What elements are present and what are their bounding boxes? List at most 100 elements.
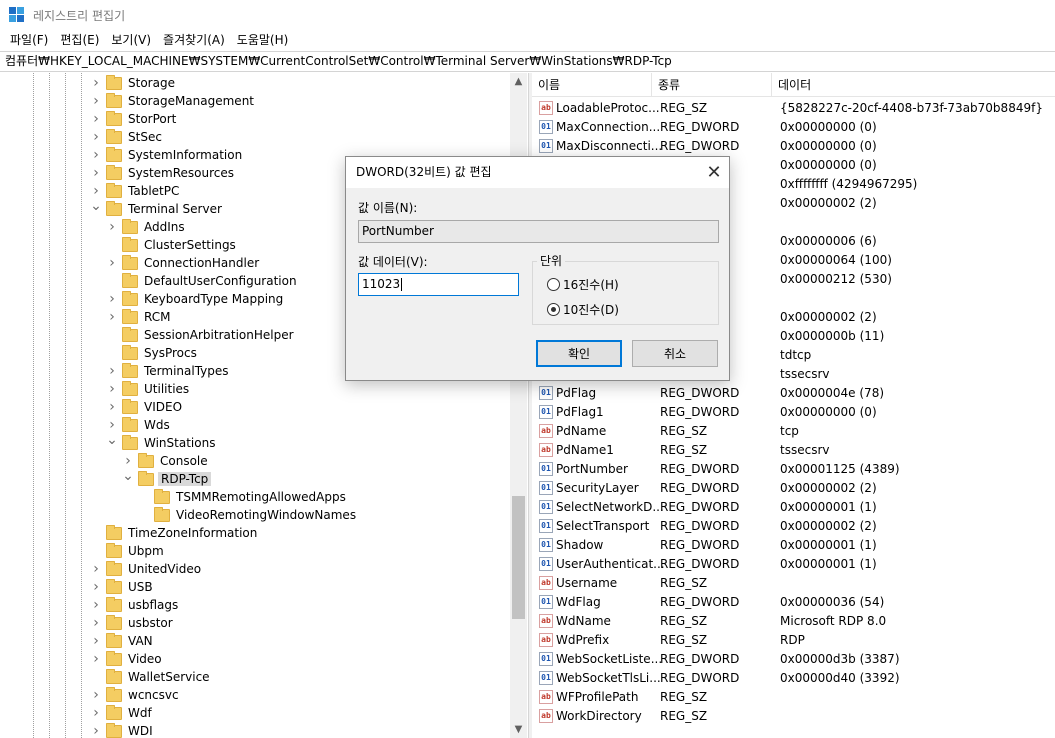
chevron-down-icon[interactable]: ⌄ (122, 467, 134, 485)
value-row[interactable]: ab WdPrefix REG_SZ RDP (532, 630, 1055, 649)
tree-item[interactable]: › StSec (90, 128, 164, 146)
chevron-right-icon[interactable]: › (90, 614, 102, 632)
chevron-right-icon[interactable]: › (106, 380, 118, 398)
tree-item[interactable]: › ConnectionHandler (106, 254, 261, 272)
scroll-thumb[interactable] (512, 496, 525, 619)
value-row[interactable]: 01 MaxConnection... REG_DWORD 0x00000000 (0… (532, 117, 1055, 136)
tree-item[interactable]: › Wdf (90, 704, 154, 722)
tree-item[interactable]: › WDI (90, 722, 155, 738)
value-row[interactable]: 01 WdFlag REG_DWORD 0x00000036 (54) (532, 592, 1055, 611)
chevron-right-icon[interactable]: › (90, 704, 102, 722)
tree-item[interactable]: › Storage (90, 74, 177, 92)
chevron-right-icon[interactable]: › (90, 722, 102, 738)
close-icon[interactable]: ✕ (699, 157, 729, 188)
tree-item[interactable]: ⌄ Terminal Server (90, 197, 224, 218)
menu-view[interactable]: 보기(V) (105, 30, 157, 51)
tree-item[interactable]: › TabletPC (90, 182, 181, 200)
value-row[interactable]: 01 PdFlag REG_DWORD 0x0000004e (78) (532, 383, 1055, 402)
tree-item[interactable]: › SystemResources (90, 164, 236, 182)
value-row[interactable]: ab PdName REG_SZ tcp (532, 421, 1055, 440)
chevron-right-icon[interactable]: › (90, 74, 102, 92)
tree-item[interactable]: › usbflags (90, 596, 180, 614)
value-row[interactable]: 01 WebSocketTlsLi... REG_DWORD 0x00000d40 (… (532, 668, 1055, 687)
tree-item[interactable]: › VIDEO (106, 398, 184, 416)
radio-hex-icon[interactable] (547, 278, 560, 291)
column-header-name[interactable]: 이름 (532, 73, 652, 97)
chevron-right-icon[interactable]: › (90, 650, 102, 668)
value-row[interactable]: 01 Shadow REG_DWORD 0x00000001 (1) (532, 535, 1055, 554)
tree-item[interactable]: TSMMRemotingAllowedApps (138, 488, 348, 506)
value-row[interactable]: ab WFProfilePath REG_SZ (532, 687, 1055, 706)
chevron-right-icon[interactable]: › (90, 632, 102, 650)
value-row[interactable]: 01 PortNumber REG_DWORD 0x00001125 (4389) (532, 459, 1055, 478)
value-row[interactable]: 01 WebSocketListe... REG_DWORD 0x00000d3b (… (532, 649, 1055, 668)
chevron-right-icon[interactable]: › (90, 686, 102, 704)
cancel-button[interactable]: 취소 (632, 340, 718, 367)
chevron-right-icon[interactable]: › (90, 596, 102, 614)
tree-item[interactable]: VideoRemotingWindowNames (138, 506, 358, 524)
tree-item[interactable]: ClusterSettings (106, 236, 238, 254)
chevron-right-icon[interactable]: › (90, 560, 102, 578)
tree-item[interactable]: › StorageManagement (90, 92, 256, 110)
tree-item[interactable]: › Video (90, 650, 164, 668)
address-bar[interactable]: 컴퓨터₩HKEY_LOCAL_MACHINE₩SYSTEM₩CurrentCon… (0, 51, 1055, 72)
tree-item[interactable]: › StorPort (90, 110, 178, 128)
value-row[interactable]: 01 SecurityLayer REG_DWORD 0x00000002 (2) (532, 478, 1055, 497)
chevron-down-icon[interactable]: ⌄ (106, 431, 118, 449)
tree-item[interactable]: TimeZoneInformation (90, 524, 259, 542)
tree-item[interactable]: DefaultUserConfiguration (106, 272, 299, 290)
tree-item[interactable]: › usbstor (90, 614, 175, 632)
value-row[interactable]: 01 SelectTransport REG_DWORD 0x00000002 (2) (532, 516, 1055, 535)
chevron-right-icon[interactable]: › (106, 308, 118, 326)
menu-help[interactable]: 도움말(H) (231, 30, 295, 51)
value-row[interactable]: 01 UserAuthenticat... REG_DWORD 0x00000001 … (532, 554, 1055, 573)
tree-item[interactable]: › AddIns (106, 218, 187, 236)
scroll-down-icon[interactable]: ▼ (510, 721, 527, 738)
menu-edit[interactable]: 편집(E) (54, 30, 105, 51)
tree-item[interactable]: ⌄ RDP-Tcp (122, 467, 212, 488)
chevron-right-icon[interactable]: › (90, 92, 102, 110)
chevron-right-icon[interactable]: › (106, 290, 118, 308)
value-row[interactable]: ab WorkDirectory REG_SZ (532, 706, 1055, 725)
value-data-input[interactable]: 11023 (358, 273, 519, 296)
tree-item[interactable]: › wcncsvc (90, 686, 181, 704)
chevron-right-icon[interactable]: › (106, 362, 118, 380)
tree-item[interactable]: › USB (90, 578, 155, 596)
value-row[interactable]: ab PdName1 REG_SZ tssecsrv (532, 440, 1055, 459)
chevron-right-icon[interactable]: › (90, 164, 102, 182)
chevron-right-icon[interactable]: › (90, 146, 102, 164)
tree-item[interactable]: › Utilities (106, 380, 191, 398)
chevron-right-icon[interactable]: › (90, 110, 102, 128)
chevron-right-icon[interactable]: › (90, 578, 102, 596)
value-row[interactable]: ab WdName REG_SZ Microsoft RDP 8.0 (532, 611, 1055, 630)
chevron-right-icon[interactable]: › (106, 398, 118, 416)
value-row[interactable]: ab Username REG_SZ (532, 573, 1055, 592)
tree-item[interactable]: WalletService (90, 668, 212, 686)
column-header-type[interactable]: 종류 (652, 73, 772, 97)
tree-item[interactable]: › KeyboardType Mapping (106, 290, 285, 308)
chevron-down-icon[interactable]: ⌄ (90, 197, 102, 215)
value-row[interactable]: 01 SelectNetworkD... REG_DWORD 0x00000001 (… (532, 497, 1055, 516)
radio-hex[interactable]: 16진수(H) (547, 276, 619, 293)
radio-decimal-icon[interactable] (547, 303, 560, 316)
column-header-data[interactable]: 데이터 (772, 73, 1055, 97)
tree-item[interactable]: › VAN (90, 632, 155, 650)
radio-decimal[interactable]: 10진수(D) (547, 301, 619, 318)
value-row[interactable]: 01 PdFlag1 REG_DWORD 0x00000000 (0) (532, 402, 1055, 421)
chevron-right-icon[interactable]: › (106, 254, 118, 272)
menu-favorites[interactable]: 즐겨찾기(A) (157, 30, 231, 51)
value-row[interactable]: ab LoadableProtoc... REG_SZ {5828227c-20cf-… (532, 98, 1055, 117)
tree-item[interactable]: › RCM (106, 308, 172, 326)
tree-item[interactable]: Ubpm (90, 542, 166, 560)
scroll-up-icon[interactable]: ▲ (510, 73, 527, 90)
tree-item[interactable]: › TerminalTypes (106, 362, 231, 380)
tree-item[interactable]: › SystemInformation (90, 146, 244, 164)
menu-file[interactable]: 파일(F) (4, 30, 54, 51)
tree-item[interactable]: SessionArbitrationHelper (106, 326, 296, 344)
chevron-right-icon[interactable]: › (90, 128, 102, 146)
tree-item[interactable]: SysProcs (106, 344, 199, 362)
tree-item[interactable]: › Console (122, 452, 210, 470)
value-row[interactable]: 01 MaxDisconnecti... REG_DWORD 0x00000000 (… (532, 136, 1055, 155)
chevron-right-icon[interactable]: › (106, 218, 118, 236)
tree-item[interactable]: › UnitedVideo (90, 560, 203, 578)
